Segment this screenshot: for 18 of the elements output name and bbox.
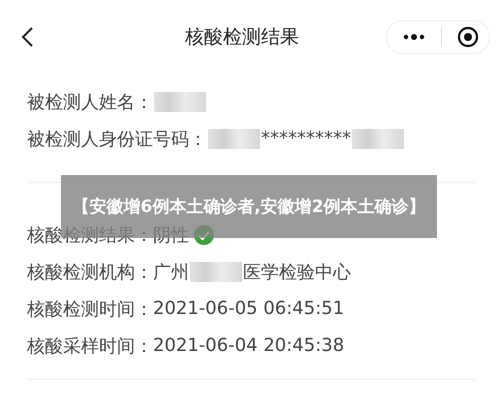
field-label: 核酸检测时间： [27,298,153,320]
field-label: 核酸检测机构： [27,260,153,284]
close-target-icon[interactable] [457,26,479,48]
field-value: 2021-06-04 20:45:38 [153,335,344,356]
field-label: 核酸采样时间： [27,334,153,358]
redaction-block [190,262,242,282]
redaction-block [208,128,260,148]
field-label: 被检测人身份证号码： [27,128,207,150]
redaction-block [154,92,206,112]
redaction-block [352,128,404,148]
more-icon[interactable] [403,33,425,41]
page-title: 核酸检测结果 [185,25,299,50]
field-value: 广州 [153,260,189,284]
back-icon[interactable] [20,26,34,48]
field-value: 2021-06-05 06:45:51 [153,298,344,319]
field-label: 被检测人姓名： [27,90,153,114]
field-value: ********** [261,128,351,149]
field-value: 医学检验中心 [243,260,351,284]
